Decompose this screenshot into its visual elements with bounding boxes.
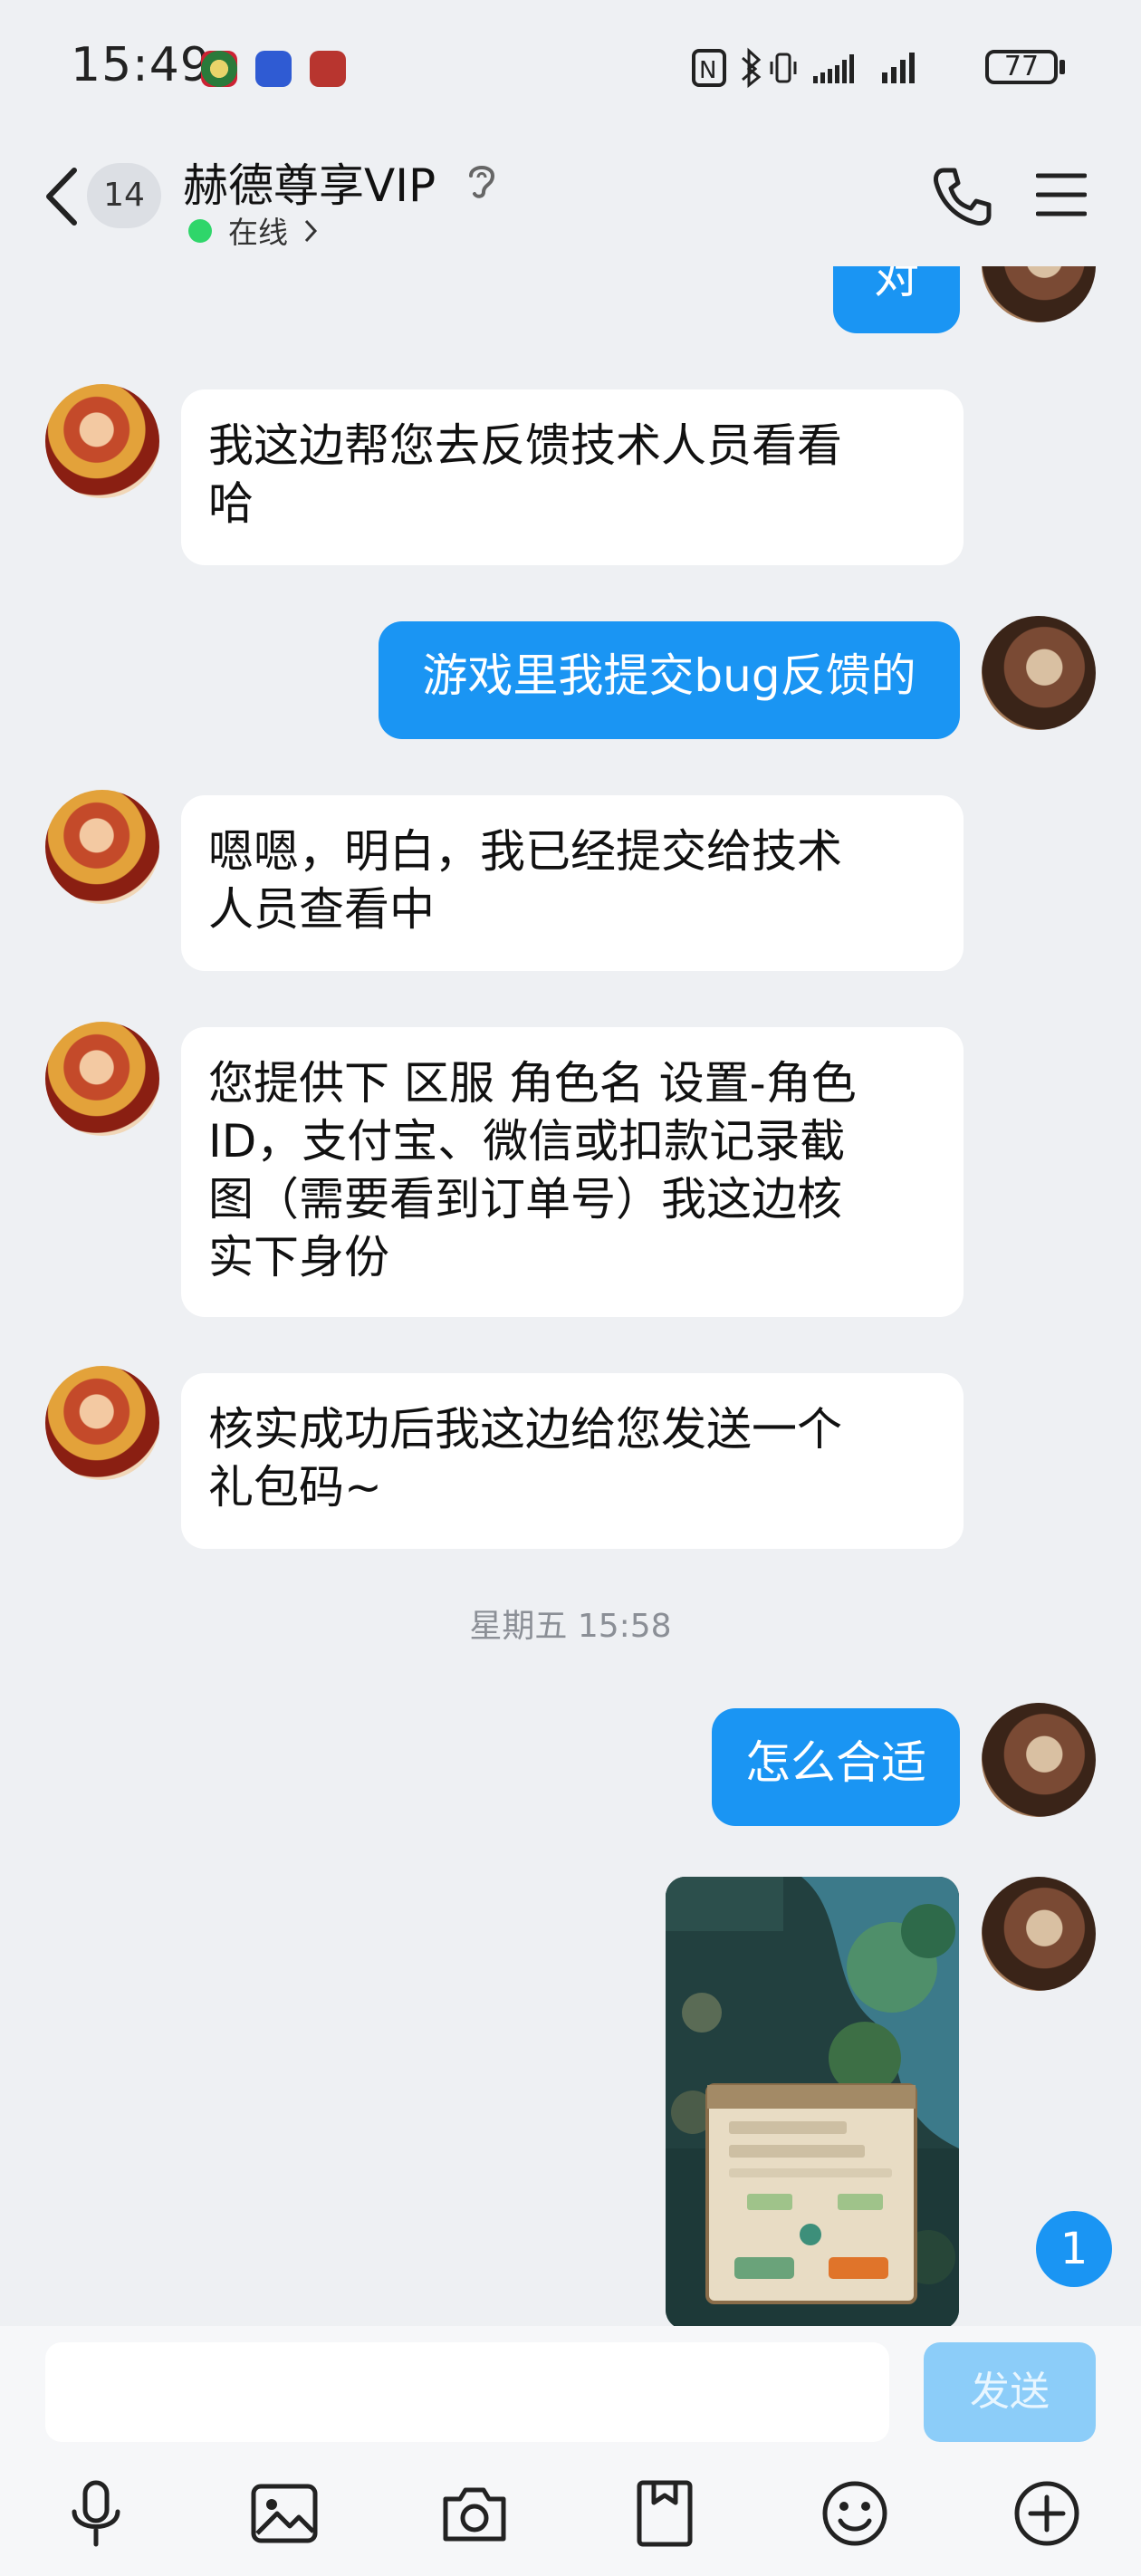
back-arrow-icon[interactable] [40,165,83,228]
message-bubble-left[interactable]: 您提供下 区服 角色名 设置-角色 ID，支付宝、微信或扣款记录截 图（需要看到… [181,1027,964,1317]
game-screenshot-image [666,1877,959,2330]
message-line: 您提供下 区服 角色名 设置-角色 [208,1057,857,1110]
chat-title[interactable]: 赫德尊享VIP [183,149,436,215]
avatar-self[interactable] [982,1877,1096,1991]
message-input[interactable] [45,2342,889,2442]
send-button[interactable]: 发送 [924,2342,1096,2442]
online-status-text[interactable]: 在线 [228,208,288,252]
message-timestamp: 星期五 15:58 [469,1608,672,1645]
message-bubble-left[interactable]: 嗯嗯，明白，我已经提交给技术 人员查看中 [181,795,964,971]
status-bar: 15:49 N 77 [0,0,1141,136]
ear-icon [469,166,495,198]
plus-icon[interactable] [1011,2477,1083,2550]
message-line: ID，支付宝、微信或扣款记录截 [208,1115,846,1168]
avatar-self[interactable] [982,616,1096,730]
avatar-self[interactable] [982,1703,1096,1817]
message-bubble-right[interactable]: 游戏里我提交bug反馈的 [379,621,960,739]
message-line: 人员查看中 [208,883,435,936]
battery-indicator: 77 [985,50,1058,84]
message-line: 我这边帮您去反馈技术人员看看 [208,419,842,472]
image-message-thumbnail[interactable] [666,1877,959,2330]
unread-count-badge[interactable]: 14 [87,163,161,228]
message-line: 图（需要看到订单号）我这边核 [208,1173,842,1226]
status-time: 15:49 [71,38,211,92]
avatar-agent[interactable] [45,1366,159,1480]
mic-icon[interactable] [60,2477,132,2550]
phone-icon[interactable] [931,165,994,228]
battery-cap [1060,60,1065,74]
message-line: 嗯嗯，明白，我已经提交给技术 [208,825,842,878]
svg-text:N: N [699,57,716,84]
menu-icon[interactable] [1036,172,1087,217]
message-line: 实下身份 [208,1231,389,1283]
file-icon[interactable] [628,2477,701,2550]
signal-icons: N [692,47,915,89]
app-notification-icon [201,51,237,87]
app-notification-icon [255,51,292,87]
avatar-agent[interactable] [45,1022,159,1136]
message-bubble-right[interactable]: 怎么合适 [712,1708,960,1826]
online-status-dot [188,219,212,243]
app-notification-icon [310,51,346,87]
message-text: 怎么合适 [745,1736,926,1789]
avatar-agent[interactable] [45,790,159,904]
message-line: 核实成功后我这边给您发送一个 [208,1403,842,1456]
chevron-right-icon[interactable] [302,217,319,245]
avatar-agent[interactable] [45,384,159,498]
message-bubble-left[interactable]: 核实成功后我这边给您发送一个 礼包码~ [181,1373,964,1549]
image-icon[interactable] [248,2477,321,2550]
message-bubble-left[interactable]: 我这边帮您去反馈技术人员看看 哈 [181,389,964,565]
new-message-badge[interactable]: 1 [1036,2211,1112,2287]
emoji-icon[interactable] [819,2477,891,2550]
message-line: 礼包码~ [208,1461,382,1514]
camera-icon[interactable] [438,2477,511,2550]
message-text: 游戏里我提交bug反馈的 [422,649,916,702]
message-line: 哈 [208,477,254,530]
